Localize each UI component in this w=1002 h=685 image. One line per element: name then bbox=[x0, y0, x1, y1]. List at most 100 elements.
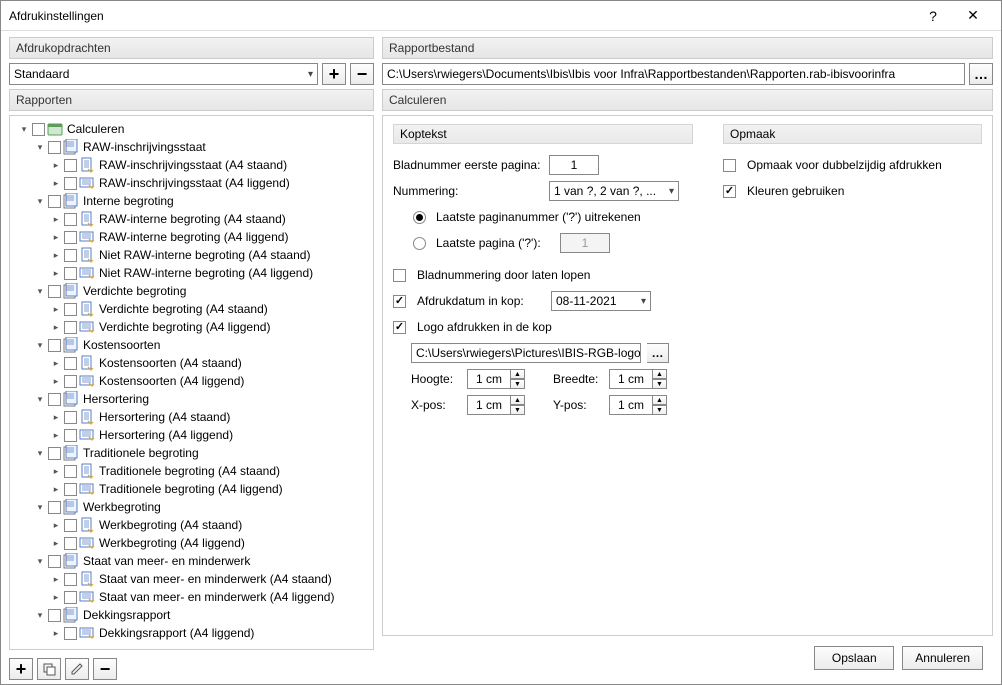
afdrukdatum-field[interactable]: 08-11-2021 bbox=[551, 291, 651, 311]
chevron-down-icon[interactable] bbox=[32, 445, 48, 461]
tree-group[interactable]: Dekkingsrapport bbox=[12, 606, 373, 624]
chevron-right-icon[interactable] bbox=[48, 427, 64, 443]
hoogte-spinner[interactable]: 1 cm ▲▼ bbox=[467, 369, 525, 389]
tree-checkbox[interactable] bbox=[48, 339, 61, 352]
radio-laatste[interactable] bbox=[413, 237, 426, 250]
chevron-right-icon[interactable] bbox=[48, 409, 64, 425]
browse-file-button[interactable]: … bbox=[969, 63, 993, 85]
chevron-down-icon[interactable] bbox=[32, 283, 48, 299]
chevron-right-icon[interactable] bbox=[48, 247, 64, 263]
chevron-down-icon[interactable] bbox=[32, 553, 48, 569]
ypos-value[interactable]: 1 cm bbox=[609, 395, 653, 415]
cancel-button[interactable]: Annuleren bbox=[902, 646, 983, 670]
tree-group[interactable]: Hersortering bbox=[12, 390, 373, 408]
chevron-right-icon[interactable] bbox=[48, 175, 64, 191]
tree-remove-button[interactable]: − bbox=[93, 658, 117, 680]
tree-report[interactable]: Werkbegroting (A4 staand) bbox=[12, 516, 373, 534]
chk-dubbelzijdig[interactable] bbox=[723, 159, 736, 172]
tree-checkbox[interactable] bbox=[64, 357, 77, 370]
breedte-spinner[interactable]: 1 cm ▲▼ bbox=[609, 369, 667, 389]
tree-checkbox[interactable] bbox=[64, 375, 77, 388]
chevron-right-icon[interactable] bbox=[48, 355, 64, 371]
tree-report[interactable]: RAW-interne begroting (A4 liggend) bbox=[12, 228, 373, 246]
tree-report[interactable]: Werkbegroting (A4 liggend) bbox=[12, 534, 373, 552]
chevron-right-icon[interactable] bbox=[48, 229, 64, 245]
tree-report[interactable]: Traditionele begroting (A4 staand) bbox=[12, 462, 373, 480]
spin-up-icon[interactable]: ▲ bbox=[511, 369, 525, 379]
file-path-field[interactable]: C:\Users\rwiegers\Documents\Ibis\Ibis vo… bbox=[382, 63, 965, 85]
tree-checkbox[interactable] bbox=[64, 303, 77, 316]
tree-report[interactable]: RAW-inschrijvingsstaat (A4 staand) bbox=[12, 156, 373, 174]
tree-report[interactable]: RAW-interne begroting (A4 staand) bbox=[12, 210, 373, 228]
tree-add-button[interactable]: + bbox=[9, 658, 33, 680]
tree-checkbox[interactable] bbox=[64, 483, 77, 496]
tree-checkbox[interactable] bbox=[48, 555, 61, 568]
chevron-down-icon[interactable] bbox=[32, 337, 48, 353]
reports-tree[interactable]: CalculerenRAW-inschrijvingsstaatRAW-insc… bbox=[9, 115, 374, 650]
tree-group[interactable]: Interne begroting bbox=[12, 192, 373, 210]
chevron-right-icon[interactable] bbox=[48, 373, 64, 389]
chevron-down-icon[interactable] bbox=[16, 121, 32, 137]
radio-uitrekenen[interactable] bbox=[413, 211, 426, 224]
tree-checkbox[interactable] bbox=[64, 627, 77, 640]
tree-checkbox[interactable] bbox=[64, 213, 77, 226]
tree-checkbox[interactable] bbox=[48, 609, 61, 622]
tree-checkbox[interactable] bbox=[64, 537, 77, 550]
xpos-value[interactable]: 1 cm bbox=[467, 395, 511, 415]
tree-checkbox[interactable] bbox=[64, 159, 77, 172]
tree-report[interactable]: Dekkingsrapport (A4 liggend) bbox=[12, 624, 373, 642]
spin-down-icon[interactable]: ▼ bbox=[653, 379, 667, 389]
spin-down-icon[interactable]: ▼ bbox=[511, 379, 525, 389]
tree-report[interactable]: Niet RAW-interne begroting (A4 staand) bbox=[12, 246, 373, 264]
chk-afdrukdatum[interactable] bbox=[393, 295, 406, 308]
tree-report[interactable]: Verdichte begroting (A4 liggend) bbox=[12, 318, 373, 336]
tree-checkbox[interactable] bbox=[64, 519, 77, 532]
tree-checkbox[interactable] bbox=[64, 591, 77, 604]
tree-checkbox[interactable] bbox=[64, 249, 77, 262]
tree-edit-button[interactable] bbox=[65, 658, 89, 680]
tree-group[interactable]: Staat van meer- en minderwerk bbox=[12, 552, 373, 570]
chk-kleuren[interactable] bbox=[723, 185, 736, 198]
chevron-down-icon[interactable] bbox=[32, 499, 48, 515]
chevron-right-icon[interactable] bbox=[48, 589, 64, 605]
tree-checkbox[interactable] bbox=[64, 411, 77, 424]
ypos-spinner[interactable]: 1 cm ▲▼ bbox=[609, 395, 667, 415]
bladnummer-input[interactable]: 1 bbox=[549, 155, 599, 175]
chevron-right-icon[interactable] bbox=[48, 535, 64, 551]
chevron-right-icon[interactable] bbox=[48, 211, 64, 227]
tree-checkbox[interactable] bbox=[64, 177, 77, 190]
close-button[interactable]: ✕ bbox=[953, 1, 993, 31]
remove-order-button[interactable]: − bbox=[350, 63, 374, 85]
tree-checkbox[interactable] bbox=[48, 393, 61, 406]
breedte-value[interactable]: 1 cm bbox=[609, 369, 653, 389]
chevron-right-icon[interactable] bbox=[48, 157, 64, 173]
tree-report[interactable]: Kostensoorten (A4 staand) bbox=[12, 354, 373, 372]
tree-root[interactable]: Calculeren bbox=[12, 120, 373, 138]
tree-report[interactable]: Niet RAW-interne begroting (A4 liggend) bbox=[12, 264, 373, 282]
tree-checkbox[interactable] bbox=[64, 573, 77, 586]
tree-report[interactable]: Hersortering (A4 staand) bbox=[12, 408, 373, 426]
hoogte-value[interactable]: 1 cm bbox=[467, 369, 511, 389]
spin-up-icon[interactable]: ▲ bbox=[653, 369, 667, 379]
tree-checkbox[interactable] bbox=[32, 123, 45, 136]
chevron-down-icon[interactable] bbox=[32, 193, 48, 209]
chevron-right-icon[interactable] bbox=[48, 265, 64, 281]
help-button[interactable]: ? bbox=[913, 1, 953, 31]
tree-report[interactable]: Hersortering (A4 liggend) bbox=[12, 426, 373, 444]
tree-group[interactable]: Kostensoorten bbox=[12, 336, 373, 354]
chevron-right-icon[interactable] bbox=[48, 517, 64, 533]
chevron-down-icon[interactable] bbox=[32, 139, 48, 155]
tree-report[interactable]: Kostensoorten (A4 liggend) bbox=[12, 372, 373, 390]
chevron-down-icon[interactable] bbox=[32, 607, 48, 623]
chevron-right-icon[interactable] bbox=[48, 319, 64, 335]
tree-checkbox[interactable] bbox=[64, 267, 77, 280]
spin-up-icon[interactable]: ▲ bbox=[653, 395, 667, 405]
orders-select[interactable]: Standaard bbox=[9, 63, 318, 85]
tree-group[interactable]: RAW-inschrijvingsstaat bbox=[12, 138, 373, 156]
spin-up-icon[interactable]: ▲ bbox=[511, 395, 525, 405]
spin-down-icon[interactable]: ▼ bbox=[511, 405, 525, 415]
tree-checkbox[interactable] bbox=[64, 465, 77, 478]
tree-group[interactable]: Werkbegroting bbox=[12, 498, 373, 516]
tree-copy-button[interactable] bbox=[37, 658, 61, 680]
chevron-right-icon[interactable] bbox=[48, 625, 64, 641]
